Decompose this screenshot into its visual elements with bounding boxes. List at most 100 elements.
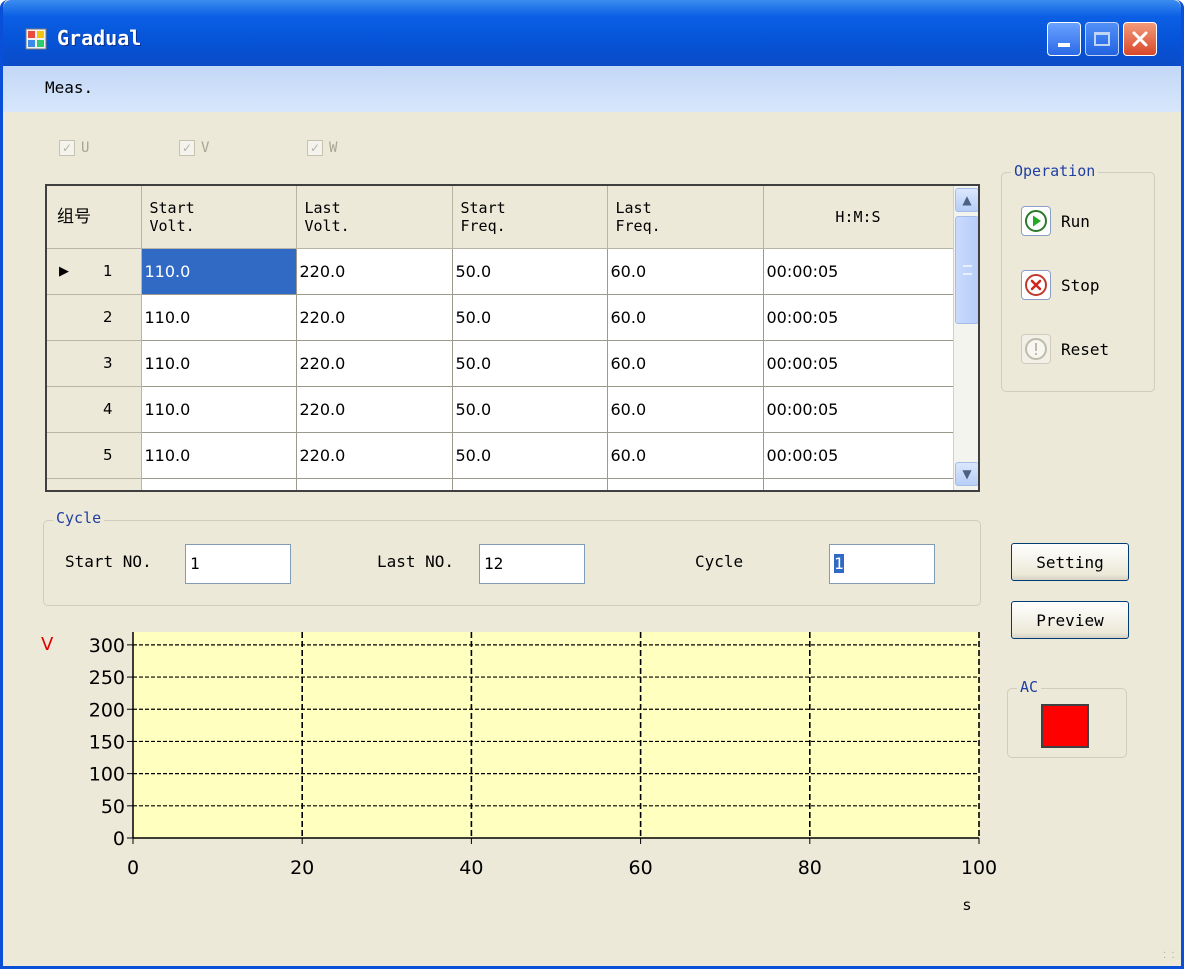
- step-table-body: 组号 Start Volt. Last Volt. Start Freq. La…: [47, 186, 954, 490]
- table-vertical-scrollbar[interactable]: ▲ ▼: [953, 186, 978, 490]
- cell-hms[interactable]: 00:00:05: [763, 294, 954, 341]
- table-row: 4 110.0 220.0 50.0 60.0 00:00:05: [47, 386, 954, 433]
- cell-start-freq[interactable]: 50.0: [452, 248, 608, 295]
- check-icon: ✓: [59, 140, 75, 156]
- x-tick-label: 0: [127, 857, 139, 879]
- cell-hms[interactable]: 00:00:05: [763, 432, 954, 479]
- cell-start-volt[interactable]: 110.0: [141, 248, 297, 295]
- checkbox-w-label: W: [329, 140, 338, 156]
- start-no-input[interactable]: 1: [185, 544, 291, 584]
- cell-hms[interactable]: 00:00:05: [763, 340, 954, 387]
- run-icon: [1021, 206, 1051, 236]
- reset-icon: [1021, 334, 1051, 364]
- cell-start-freq[interactable]: 50.0: [452, 294, 608, 341]
- cell-start-freq[interactable]: 50.0: [452, 386, 608, 433]
- cell-last-freq[interactable]: 60.0: [607, 432, 764, 479]
- cell-start-freq[interactable]: 50.0: [452, 432, 608, 479]
- stop-icon: [1021, 270, 1051, 300]
- checkbox-w[interactable]: ✓ W: [307, 138, 337, 158]
- setting-button[interactable]: Setting: [1011, 543, 1129, 581]
- cell-start-volt[interactable]: [141, 478, 297, 490]
- reset-button[interactable]: Reset: [1021, 332, 1141, 366]
- cell-hms[interactable]: 00:00:05: [763, 248, 954, 295]
- x-tick-label: 40: [459, 857, 483, 879]
- scroll-thumb[interactable]: [955, 216, 978, 324]
- row-header[interactable]: 2: [47, 294, 142, 341]
- row-header[interactable]: ▶ 1: [47, 248, 142, 295]
- close-button[interactable]: [1123, 22, 1157, 56]
- x-tick-label: 100: [961, 857, 997, 879]
- title-bar[interactable]: Gradual: [3, 0, 1181, 66]
- row-header[interactable]: 3: [47, 340, 142, 387]
- cell-start-freq[interactable]: [452, 478, 608, 490]
- run-button[interactable]: Run: [1021, 204, 1141, 238]
- column-header-group-no[interactable]: 组号: [47, 186, 142, 249]
- cell-last-freq[interactable]: 60.0: [607, 340, 764, 387]
- menu-bar: [3, 66, 1181, 112]
- table-row: 2 110.0 220.0 50.0 60.0 00:00:05: [47, 294, 954, 341]
- cycle-input[interactable]: 1: [829, 544, 935, 584]
- row-header[interactable]: 5: [47, 432, 142, 479]
- column-header-last-volt[interactable]: Last Volt.: [296, 186, 453, 249]
- gradual-window: Gradual Meas. ✓ U ✓ V ✓ W 组号 Start Volt.…: [0, 0, 1184, 969]
- scroll-up-button[interactable]: ▲: [955, 188, 978, 212]
- cell-start-freq[interactable]: 50.0: [452, 340, 608, 387]
- grip-icon: [963, 265, 972, 275]
- cell-last-volt[interactable]: 220.0: [296, 294, 453, 341]
- scroll-down-button[interactable]: ▼: [955, 462, 978, 486]
- window-title: Gradual: [57, 26, 142, 50]
- cell-last-freq[interactable]: 60.0: [607, 294, 764, 341]
- maximize-button[interactable]: [1085, 22, 1119, 56]
- resize-grip-icon[interactable]: . .. . .: [1163, 946, 1181, 962]
- cell-last-volt[interactable]: 220.0: [296, 340, 453, 387]
- cell-hms[interactable]: [763, 478, 954, 490]
- stop-button[interactable]: Stop: [1021, 268, 1141, 302]
- reset-button-label: Reset: [1061, 339, 1110, 359]
- checkbox-v[interactable]: ✓ V: [179, 138, 209, 158]
- column-header-start-freq[interactable]: Start Freq.: [452, 186, 608, 249]
- minimize-button[interactable]: [1047, 22, 1081, 56]
- x-tick-label: 60: [629, 857, 653, 879]
- cell-last-freq[interactable]: 60.0: [607, 248, 764, 295]
- operation-group-title: Operation: [1011, 162, 1099, 180]
- table-row-partial: [47, 478, 954, 490]
- x-axis-label: s: [963, 896, 971, 914]
- column-header-start-volt[interactable]: Start Volt.: [141, 186, 297, 249]
- cell-last-freq[interactable]: [607, 478, 764, 490]
- cell-start-volt[interactable]: 110.0: [141, 386, 297, 433]
- cell-last-volt[interactable]: 220.0: [296, 248, 453, 295]
- column-header-hms[interactable]: H:M:S: [763, 186, 954, 249]
- y-tick-label: 200: [89, 699, 125, 721]
- cell-last-volt[interactable]: 220.0: [296, 432, 453, 479]
- cycle-group-title: Cycle: [53, 509, 105, 527]
- column-header-last-freq[interactable]: Last Freq.: [607, 186, 764, 249]
- row-number: 5: [102, 446, 113, 464]
- maximize-icon: [1086, 23, 1118, 55]
- cell-start-volt[interactable]: 110.0: [141, 294, 297, 341]
- column-header-label: H:M:S: [835, 207, 881, 226]
- row-number: 1: [102, 262, 113, 280]
- check-icon: ✓: [179, 140, 195, 156]
- menu-item-meas[interactable]: Meas.: [45, 78, 93, 97]
- table-header-row: 组号 Start Volt. Last Volt. Start Freq. La…: [47, 186, 954, 249]
- checkbox-u-label: U: [81, 140, 90, 156]
- table-row: 3 110.0 220.0 50.0 60.0 00:00:05: [47, 340, 954, 387]
- x-tick-label: 20: [290, 857, 314, 879]
- row-header[interactable]: [47, 478, 142, 490]
- cell-last-volt[interactable]: [296, 478, 453, 490]
- last-no-input[interactable]: 12: [479, 544, 585, 584]
- row-header[interactable]: 4: [47, 386, 142, 433]
- y-tick-label: 250: [89, 667, 125, 689]
- cycle-label: Cycle: [695, 552, 744, 571]
- cell-last-volt[interactable]: 220.0: [296, 386, 453, 433]
- preview-button[interactable]: Preview: [1011, 601, 1129, 639]
- cell-start-volt[interactable]: 110.0: [141, 432, 297, 479]
- cell-start-volt[interactable]: 110.0: [141, 340, 297, 387]
- cell-last-freq[interactable]: 60.0: [607, 386, 764, 433]
- column-header-label: Last Freq.: [615, 198, 661, 235]
- y-tick-label: 150: [89, 731, 125, 753]
- app-icon: [25, 28, 47, 50]
- checkbox-u[interactable]: ✓ U: [59, 138, 89, 158]
- cell-hms[interactable]: 00:00:05: [763, 386, 954, 433]
- step-table[interactable]: 组号 Start Volt. Last Volt. Start Freq. La…: [45, 184, 980, 492]
